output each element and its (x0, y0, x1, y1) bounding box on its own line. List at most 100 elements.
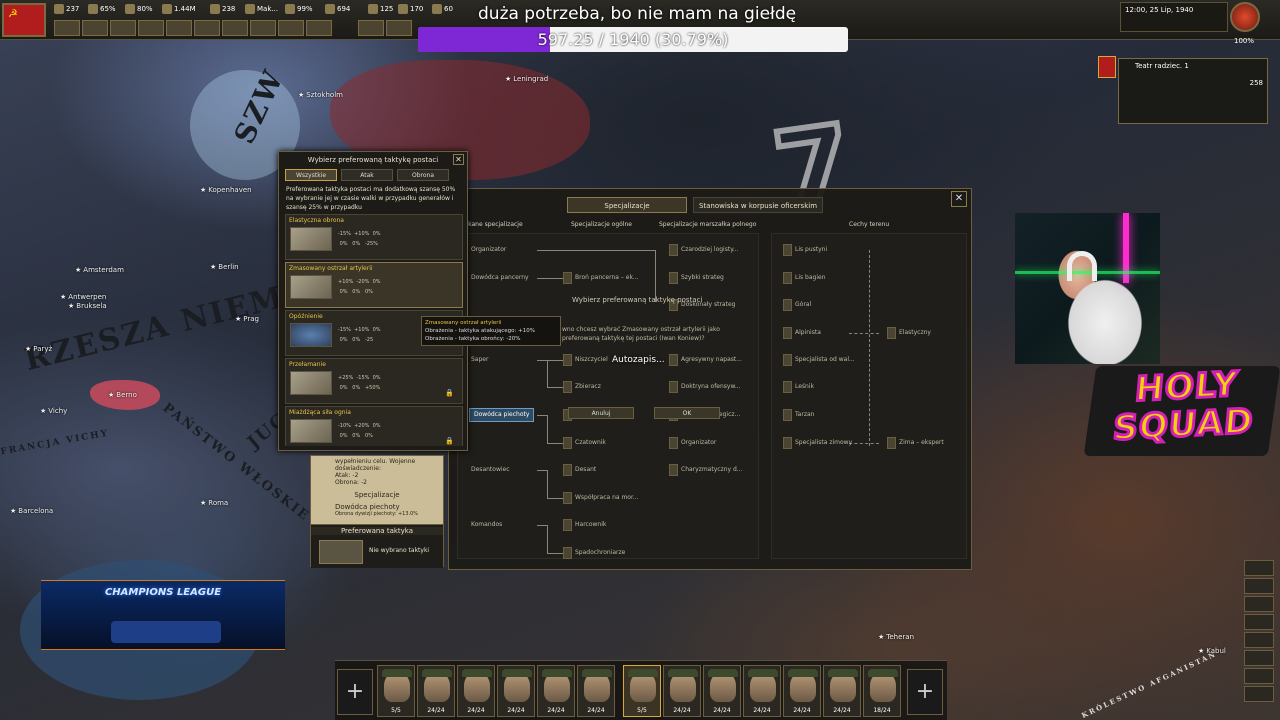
resource-rubber[interactable]: 60 (432, 4, 453, 14)
spec-node[interactable]: Desantowiec (471, 463, 510, 477)
city-amsterdam[interactable]: Amsterdam (75, 266, 124, 274)
spec-node-selected[interactable]: Dowódca piechoty (469, 408, 535, 422)
mapmode-button[interactable] (1244, 650, 1274, 666)
menu-decisions-button[interactable] (306, 20, 332, 36)
spec-node[interactable]: Szybki strateg (669, 271, 724, 285)
city-antwerpen[interactable]: Antwerpen (60, 293, 106, 301)
commander-card[interactable]: 24/24 (783, 665, 821, 717)
ok-button[interactable]: OK (654, 407, 720, 419)
mapmode-button[interactable] (1244, 632, 1274, 648)
mapmode-button[interactable] (1244, 596, 1274, 612)
menu-alert-button-2[interactable] (386, 20, 412, 36)
commander-card[interactable]: 24/24 (457, 665, 495, 717)
menu-diplomacy-button[interactable] (110, 20, 136, 36)
city-kopenhaven[interactable]: Kopenhaven (200, 186, 251, 194)
country-flag[interactable] (2, 3, 46, 37)
city-leningrad[interactable]: Leningrad (505, 75, 548, 83)
menu-construction-button[interactable] (166, 20, 192, 36)
mapmode-button[interactable] (1244, 668, 1274, 684)
theatre-panel[interactable]: Teatr radziec. 1 258 (1118, 58, 1268, 124)
spec-node[interactable]: Organizator (471, 243, 506, 257)
commander-card[interactable]: 24/24 (577, 665, 615, 717)
menu-trade-button[interactable] (138, 20, 164, 36)
tactic-item[interactable]: Miażdżąca siła ognia -10% +20% 0% 0% 0% … (285, 406, 463, 446)
add-commander-button[interactable]: + (337, 669, 373, 715)
tab-attack[interactable]: Atak (341, 169, 393, 181)
resource-command[interactable]: Mak... (245, 4, 278, 14)
menu-recruit-button[interactable] (222, 20, 248, 36)
tab-officer-positions[interactable]: Stanowiska w korpusie oficerskim (693, 197, 823, 213)
menu-research-button[interactable] (82, 20, 108, 36)
mapmode-button[interactable] (1244, 614, 1274, 630)
terrain-node[interactable]: Zima – ekspert (887, 436, 944, 450)
resource-stability[interactable]: 65% (88, 4, 116, 14)
terrain-node[interactable]: Elastyczny (887, 326, 931, 340)
terrain-node[interactable]: Lis bagien (783, 271, 826, 285)
close-icon[interactable]: ✕ (453, 154, 464, 165)
terrain-node[interactable]: Specjalista od wal... (783, 353, 855, 367)
city-roma[interactable]: Roma (200, 499, 228, 507)
spec-node[interactable]: Czatownik (563, 436, 606, 450)
commander-card-selected[interactable]: 5/5 (623, 665, 661, 717)
menu-production-button[interactable] (194, 20, 220, 36)
tab-specializations[interactable]: Specjalizacje (567, 197, 687, 213)
preferred-tactic-button[interactable] (319, 540, 363, 564)
menu-alert-button-1[interactable] (358, 20, 384, 36)
mapmode-button[interactable] (1244, 686, 1274, 702)
resource-convoys[interactable]: 694 (325, 4, 350, 14)
city-barcelona[interactable]: Barcelona (10, 507, 53, 515)
zoom-in-button[interactable] (1244, 560, 1274, 576)
tab-defense[interactable]: Obrona (397, 169, 449, 181)
spec-node[interactable]: Komandos (471, 518, 502, 532)
resource-manpower[interactable]: 1.44M (162, 4, 196, 14)
spec-node[interactable]: Czarodziej logisty... (669, 243, 739, 257)
tab-all[interactable]: Wszystkie (285, 169, 337, 181)
game-clock[interactable]: 12:00, 25 Lip, 1940 (1120, 2, 1228, 32)
commander-card[interactable]: 24/24 (743, 665, 781, 717)
spec-node[interactable]: Desant (563, 463, 596, 477)
commander-card[interactable]: 24/24 (663, 665, 701, 717)
menu-logistics-button[interactable] (250, 20, 276, 36)
close-icon[interactable]: ✕ (951, 191, 967, 207)
tactic-item-selected[interactable]: Zmasowany ostrzał artylerii +10% -20% 0%… (285, 262, 463, 308)
city-teheran[interactable]: Teheran (878, 633, 914, 641)
resource-fuel[interactable]: 99% (285, 4, 313, 14)
city-berno[interactable]: Berno (108, 391, 137, 399)
resource-factories[interactable]: 238 (210, 4, 235, 14)
resource-oil[interactable]: 125 (368, 4, 393, 14)
terrain-node[interactable]: Góral (783, 298, 811, 312)
spec-node[interactable]: Współpraca na mor... (563, 491, 639, 505)
terrain-node[interactable]: Specjalista zimowy (783, 436, 852, 450)
terrain-node[interactable]: Lis pustyni (783, 243, 827, 257)
city-prag[interactable]: Prag (235, 315, 259, 323)
city-bruksela[interactable]: Bruksela (68, 302, 106, 310)
spec-node[interactable]: Charyzmatyczny d... (669, 463, 743, 477)
city-sztokholm[interactable]: Sztokholm (298, 91, 343, 99)
menu-politics-button[interactable] (54, 20, 80, 36)
terrain-node[interactable]: Alpinista (783, 326, 821, 340)
terrain-node[interactable]: Tarzan (783, 408, 814, 422)
city-paryz[interactable]: Paryż (25, 345, 52, 353)
spec-node[interactable]: Broń pancerna – ek... (563, 271, 639, 285)
spec-node[interactable]: Organizator (669, 436, 716, 450)
spec-node[interactable]: Spadochroniarze (563, 546, 625, 560)
commander-card[interactable]: 24/24 (417, 665, 455, 717)
resource-war-support[interactable]: 80% (125, 4, 153, 14)
game-speed-icon[interactable] (1230, 2, 1260, 32)
commander-card[interactable]: 24/24 (537, 665, 575, 717)
city-berlin[interactable]: Berlin (210, 263, 238, 271)
city-vichy[interactable]: Vichy (40, 407, 67, 415)
theatre-flag[interactable] (1098, 56, 1116, 78)
commander-card[interactable]: 5/5 (377, 665, 415, 717)
city-kabul[interactable]: Kabul (1198, 647, 1226, 655)
commander-card[interactable]: 24/24 (823, 665, 861, 717)
add-commander-button-right[interactable]: + (907, 669, 943, 715)
resource-steel[interactable]: 170 (398, 4, 423, 14)
menu-intel-button[interactable] (278, 20, 304, 36)
zoom-out-button[interactable] (1244, 578, 1274, 594)
terrain-node[interactable]: Leśnik (783, 380, 814, 394)
commander-card[interactable]: 24/24 (497, 665, 535, 717)
tactic-item[interactable]: Przełamanie +25% -15% 0% 0% 0% +50% 🔒 (285, 358, 463, 404)
spec-node[interactable]: Dowódca pancerny (471, 271, 529, 285)
tactic-item[interactable]: Elastyczna obrona -15% +10% 0% 0% 0% -25… (285, 214, 463, 260)
